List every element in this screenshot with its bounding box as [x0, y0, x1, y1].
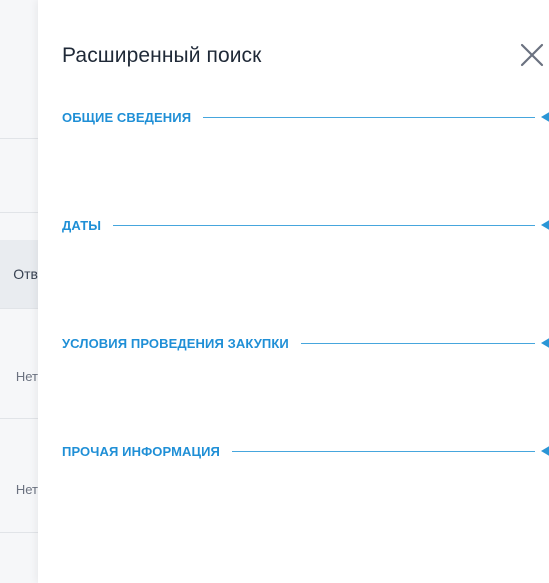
section-divider — [113, 224, 535, 226]
section-procurement-conditions[interactable]: УСЛОВИЯ ПРОВЕДЕНИЯ ЗАКУПКИ — [62, 333, 549, 353]
section-label: ДАТЫ — [62, 217, 102, 233]
section-dates[interactable]: ДАТЫ — [62, 215, 549, 235]
section-other-info[interactable]: ПРОЧАЯ ИНФОРМАЦИЯ — [62, 441, 549, 461]
section-label: УСЛОВИЯ ПРОВЕДЕНИЯ ЗАКУПКИ — [62, 335, 289, 351]
table-divider — [0, 418, 38, 419]
close-button[interactable] — [517, 40, 547, 70]
drawer-title: Расширенный поиск — [62, 44, 262, 67]
expand-arrow-icon[interactable] — [541, 337, 549, 349]
expand-arrow-icon[interactable] — [541, 219, 549, 231]
background-table: Отв Нет Нет — [0, 0, 39, 583]
table-divider — [0, 532, 38, 533]
expand-arrow-icon[interactable] — [541, 445, 549, 457]
table-cell: Нет — [15, 482, 38, 497]
table-divider — [0, 138, 38, 139]
table-divider — [0, 212, 38, 213]
table-cell: Нет — [15, 369, 38, 384]
close-icon — [520, 43, 544, 67]
section-label: ПРОЧАЯ ИНФОРМАЦИЯ — [62, 443, 220, 459]
section-divider — [231, 450, 535, 452]
section-divider — [203, 116, 535, 118]
expand-arrow-icon[interactable] — [541, 111, 549, 123]
section-general-info[interactable]: ОБЩИЕ СВЕДЕНИЯ — [62, 107, 549, 127]
table-divider — [0, 308, 38, 309]
section-label: ОБЩИЕ СВЕДЕНИЯ — [62, 109, 192, 125]
table-header-cell: Отв — [13, 266, 38, 282]
advanced-search-drawer: Расширенный поиск ОБЩИЕ СВЕДЕНИЯ ДАТЫ УС… — [38, 0, 549, 583]
screen: Отв Нет Нет Расширенный поиск ОБЩИЕ СВЕД… — [0, 0, 549, 583]
section-divider — [300, 342, 535, 344]
